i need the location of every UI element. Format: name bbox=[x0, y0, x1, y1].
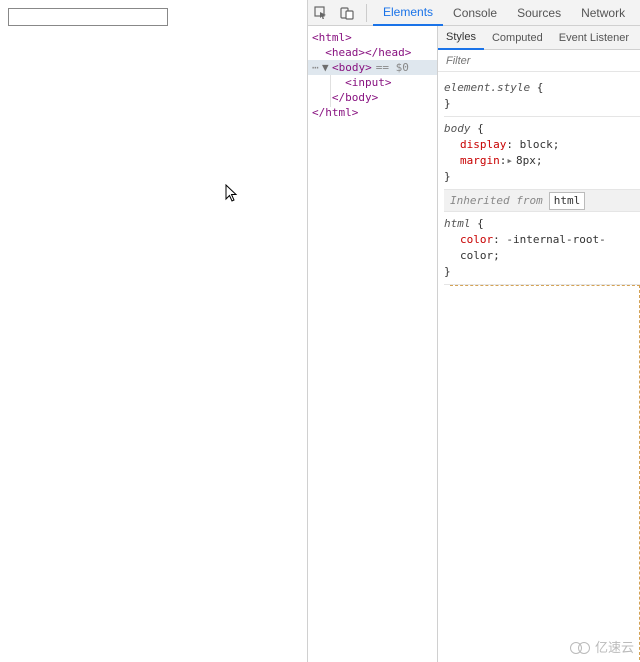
styles-subtabs: Styles Computed Event Listener bbox=[438, 26, 640, 50]
devtools-panel: Elements Console Sources Network <html> … bbox=[308, 0, 640, 662]
dom-node-input[interactable]: <input> bbox=[312, 75, 437, 90]
styles-filter-row bbox=[438, 50, 640, 72]
shorthand-expand-icon[interactable]: ▸ bbox=[506, 154, 513, 167]
css-selector: element.style bbox=[444, 81, 530, 94]
demo-text-input[interactable] bbox=[8, 8, 168, 26]
inherited-label: Inherited from bbox=[450, 193, 543, 209]
dom-node-html-close[interactable]: </html> bbox=[312, 105, 437, 120]
tab-sources[interactable]: Sources bbox=[507, 0, 571, 26]
styles-filter-input[interactable] bbox=[444, 54, 634, 68]
css-selector: html bbox=[444, 217, 471, 230]
css-declaration[interactable]: color: -internal-root-color; bbox=[444, 232, 640, 264]
toolbar-separator bbox=[366, 4, 367, 22]
inherited-from-bar: Inherited from html bbox=[444, 190, 640, 212]
css-declaration[interactable]: display: block; bbox=[444, 137, 640, 153]
styles-pane: Styles Computed Event Listener element.s… bbox=[438, 26, 640, 662]
tab-network[interactable]: Network bbox=[571, 0, 635, 26]
subtab-event-listeners[interactable]: Event Listener bbox=[551, 26, 637, 50]
box-model-placeholder bbox=[450, 285, 640, 662]
devtools-toolbar: Elements Console Sources Network bbox=[308, 0, 640, 26]
subtab-computed[interactable]: Computed bbox=[484, 26, 551, 50]
expand-triangle-icon[interactable]: ▼ bbox=[322, 60, 332, 75]
css-selector: body bbox=[444, 122, 471, 135]
subtab-styles[interactable]: Styles bbox=[438, 26, 484, 50]
dom-node-body-close[interactable]: </body> bbox=[312, 90, 437, 105]
tab-elements[interactable]: Elements bbox=[373, 0, 443, 26]
tab-console[interactable]: Console bbox=[443, 0, 507, 26]
device-toggle-icon[interactable] bbox=[334, 0, 360, 26]
mouse-cursor-icon bbox=[225, 184, 239, 204]
dom-node-body-open[interactable]: ⋯▼<body>== $0 bbox=[312, 60, 437, 75]
css-rule-html[interactable]: html { color: -internal-root-color; } bbox=[444, 212, 640, 285]
dom-node-head[interactable]: <head></head> bbox=[312, 45, 437, 60]
inspect-element-icon[interactable] bbox=[308, 0, 334, 26]
elements-dom-tree[interactable]: <html> <head></head> ⋯▼<body>== $0 <inpu… bbox=[308, 26, 438, 662]
css-declaration[interactable]: margin:▸8px; bbox=[444, 153, 640, 169]
css-rule-body[interactable]: body { display: block; margin:▸8px; } bbox=[444, 117, 640, 190]
page-preview bbox=[0, 0, 308, 662]
breadcrumb-ellipsis-icon[interactable]: ⋯ bbox=[312, 60, 322, 75]
inherited-from-chip[interactable]: html bbox=[549, 192, 586, 210]
dom-node-html-open[interactable]: <html> bbox=[312, 30, 437, 45]
css-rules-list: element.style { } body { display: block;… bbox=[438, 72, 640, 662]
css-rule-element-style[interactable]: element.style { } bbox=[444, 76, 640, 117]
